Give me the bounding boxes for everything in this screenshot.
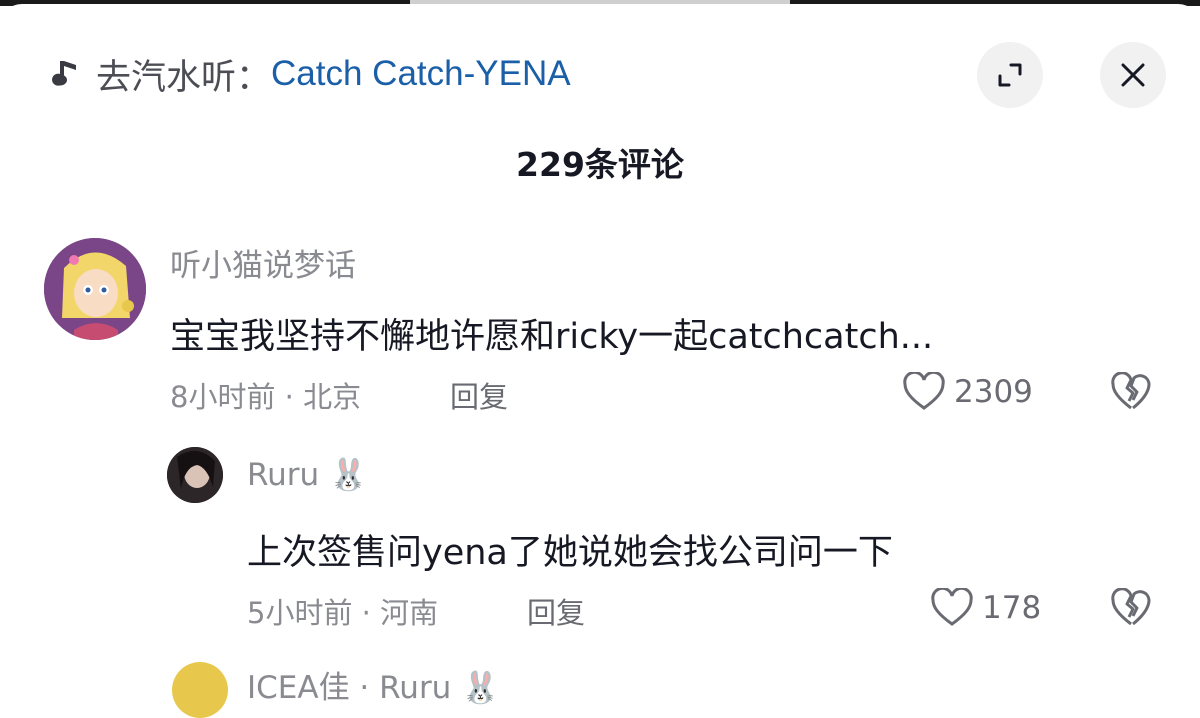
close-button[interactable] bbox=[1100, 42, 1166, 108]
music-prefix: 去汽水听： bbox=[96, 57, 272, 98]
music-song-title[interactable]: Catch Catch-YENA bbox=[271, 54, 571, 94]
avatar[interactable] bbox=[167, 447, 223, 503]
comment-meta: 5小时前 · 河南 bbox=[247, 596, 439, 630]
heart-outline-icon bbox=[903, 372, 945, 410]
comment-username[interactable]: Ruru 🐰 bbox=[247, 456, 368, 493]
avatar[interactable] bbox=[44, 238, 146, 340]
music-link[interactable]: 去汽水听： Catch Catch-YENA bbox=[50, 52, 571, 98]
comment-username[interactable]: ICEA佳 · Ruru 🐰 bbox=[247, 662, 500, 707]
avatar[interactable] bbox=[172, 662, 228, 718]
comment-meta: 8小时前 · 北京 bbox=[170, 380, 362, 414]
like-count: 2309 bbox=[954, 374, 1033, 410]
music-note-icon bbox=[52, 61, 76, 86]
expand-icon bbox=[998, 63, 1022, 87]
avatar-image bbox=[44, 238, 146, 340]
like-button[interactable]: 178 bbox=[930, 588, 1041, 628]
broken-heart-icon[interactable] bbox=[1110, 588, 1152, 628]
comments-sheet: 去汽水听： Catch Catch-YENA 229条评论 听小猫说梦话 宝宝我… bbox=[0, 4, 1200, 718]
comment-username[interactable]: 听小猫说梦话 bbox=[170, 240, 356, 285]
like-button[interactable]: 2309 bbox=[902, 372, 1033, 412]
comment-count: 229条评论 bbox=[516, 145, 684, 184]
reply-button[interactable]: 回复 bbox=[527, 590, 585, 632]
close-icon bbox=[1121, 63, 1145, 87]
heart-outline-icon bbox=[931, 588, 973, 626]
like-count: 178 bbox=[982, 590, 1042, 626]
comment-text: 宝宝我坚持不懈地许愿和ricky一起catchcatch... bbox=[170, 317, 934, 357]
reply-button[interactable]: 回复 bbox=[450, 374, 508, 416]
broken-heart-icon[interactable] bbox=[1110, 372, 1152, 412]
avatar-image bbox=[167, 447, 223, 503]
expand-button[interactable] bbox=[977, 42, 1043, 108]
comment-text: 上次签售问yena了她说她会找公司问一下 bbox=[247, 533, 893, 573]
